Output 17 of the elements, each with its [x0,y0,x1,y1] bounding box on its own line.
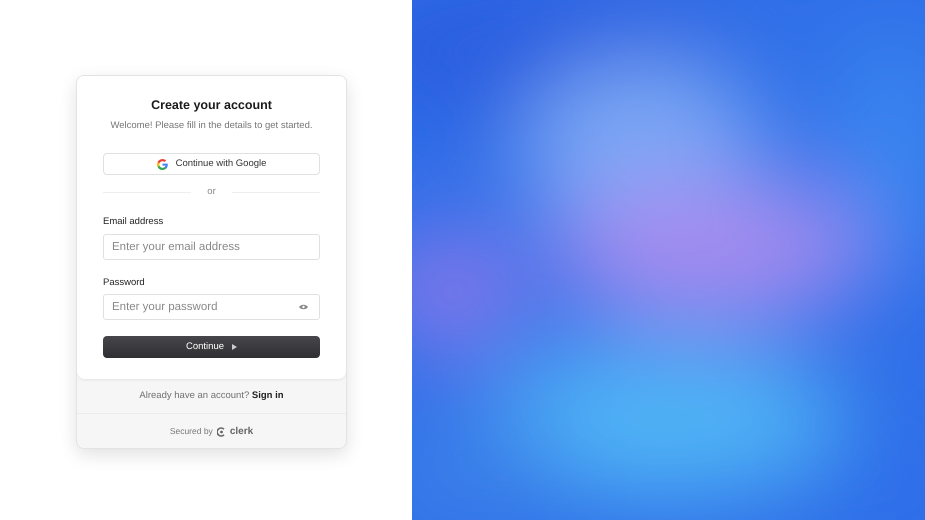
caret-icon [232,344,238,350]
password-field[interactable]: Enter your password [103,294,320,320]
eye-icon[interactable] [299,304,308,310]
google-icon [156,158,168,170]
email-field[interactable]: Enter your email address [103,234,320,260]
brand-name: clerk [230,425,254,439]
field-label: Password [103,276,146,290]
continue-button[interactable]: Continue [103,336,320,358]
divider-text: or [207,185,216,199]
card-subtitle: Welcome! Please fill in the details to get started. [109,118,314,133]
field-label: Email address [103,215,164,230]
card-title: Create your account [150,97,273,114]
google-button[interactable]: Continue with Google [103,153,320,175]
sign-in-prompt: Already have an account? [139,390,250,401]
secured-by-text: Secured by [170,425,213,438]
logo-icon [216,426,226,436]
sign-in-link[interactable]: Sign in [252,390,284,401]
